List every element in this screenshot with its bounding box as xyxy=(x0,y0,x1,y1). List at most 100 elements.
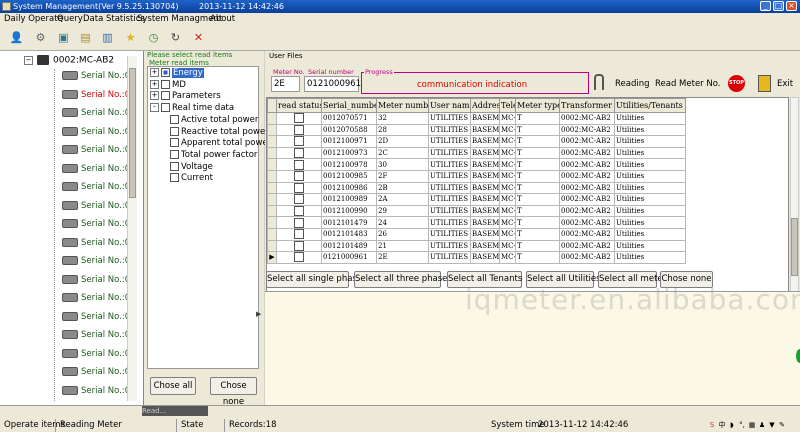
table-row[interactable]: 00121009862BUTILITIES 2BASEMENTMC-T0002:… xyxy=(267,181,686,195)
ime-chinese-icon[interactable]: 中 xyxy=(717,419,727,432)
cell-telephone[interactable]: MC- xyxy=(499,123,516,137)
cell-address[interactable]: BASEMENT xyxy=(470,135,500,148)
cell-meter-type[interactable]: T xyxy=(515,193,560,206)
cell-read-status[interactable] xyxy=(276,123,322,137)
cell-meter-type[interactable]: T xyxy=(515,146,560,160)
select-all-three-phases-button[interactable]: Select all three phases xyxy=(354,271,452,288)
tree-scroll-thumb[interactable] xyxy=(129,68,136,198)
table-row[interactable]: 001210097830UTILITIES 3BASEMENTMC-T0002:… xyxy=(267,158,686,171)
read-status-checkbox[interactable] xyxy=(294,183,304,193)
cell-utilities-tenants[interactable]: Utilities xyxy=(614,181,686,195)
read-status-checkbox[interactable] xyxy=(294,159,304,170)
maximize-button[interactable]: □ xyxy=(773,1,784,11)
table-row[interactable]: 001210147924UTILITIES 2BASEMENTMC-T0002:… xyxy=(267,216,686,229)
meter-icon[interactable]: ▣ xyxy=(55,29,72,46)
cell-meter-number[interactable]: 2A xyxy=(376,193,429,206)
cell-serial-number[interactable]: 0012100986 xyxy=(321,181,377,195)
cell-telephone[interactable]: MC- xyxy=(499,239,516,253)
exit-door-icon[interactable] xyxy=(758,75,771,92)
menu-data-statistics[interactable]: Data Statistics xyxy=(83,13,145,26)
table-row[interactable]: 001210148326UTILITIES 2BASEMENTMC-T0002:… xyxy=(267,227,686,241)
cell-utilities-tenants[interactable]: Utilities xyxy=(614,123,686,137)
cell-read-status[interactable] xyxy=(276,158,322,171)
checkbox[interactable] xyxy=(170,126,179,136)
cell-transformer[interactable]: 0002:MC-AB2 xyxy=(559,204,615,218)
cell-address[interactable]: BASEMENT xyxy=(470,123,500,137)
read-status-checkbox[interactable] xyxy=(294,125,304,135)
checkbox[interactable] xyxy=(170,114,179,124)
cell-address[interactable]: BASEMENT xyxy=(470,227,500,241)
read-item-active-total-power[interactable]: Active total power xyxy=(170,114,258,125)
cell-utilities-tenants[interactable]: Utilities xyxy=(614,135,686,148)
read-status-checkbox[interactable] xyxy=(294,113,304,124)
cell-meter-number[interactable]: 24 xyxy=(376,216,429,229)
cell-serial-number[interactable]: 0012100990 xyxy=(321,204,377,218)
cell-user-name[interactable]: UTILITIES 2 xyxy=(428,204,471,218)
cell-meter-type[interactable]: T xyxy=(515,123,560,137)
cell-serial-number[interactable]: 0012100989 xyxy=(321,193,377,206)
menu-about[interactable]: About xyxy=(210,13,235,26)
serial-number-field[interactable]: 0121000961 xyxy=(304,76,361,92)
moon-icon[interactable]: ◗ xyxy=(727,419,737,432)
cell-meter-number[interactable]: 2C xyxy=(376,146,429,160)
cell-address[interactable]: BASEMENT xyxy=(470,112,500,125)
col-telephone[interactable]: Telephone xyxy=(499,98,516,113)
cell-transformer[interactable]: 0002:MC-AB2 xyxy=(559,112,615,125)
cell-meter-type[interactable]: T xyxy=(515,169,560,183)
table-row[interactable]: ▶ 01210009612EUTILITIES 2BASEMENTMC-T0002… xyxy=(267,251,686,264)
meter-tree-item[interactable]: Serial No.:00 xyxy=(62,89,136,104)
tree-scrollbar[interactable] xyxy=(127,56,137,401)
cell-telephone[interactable]: MC- xyxy=(499,251,516,264)
read-item-apparent-total-power[interactable]: Apparent total power xyxy=(170,138,271,148)
cell-address[interactable]: BASEMENT xyxy=(470,158,500,171)
cell-user-name[interactable]: UTILITIES 2 xyxy=(428,123,471,137)
meter-tree-item[interactable]: Serial No.:00 xyxy=(62,145,136,159)
settings-gear-icon[interactable]: ⚙ xyxy=(32,29,49,46)
cell-read-status[interactable] xyxy=(276,216,322,229)
read-status-checkbox[interactable] xyxy=(294,229,304,240)
cell-meter-number[interactable]: 2E xyxy=(376,251,429,264)
table-row[interactable]: 00121009732CUTILITIES 2BASEMENTMC-T0002:… xyxy=(267,146,686,160)
cell-transformer[interactable]: 0002:MC-AB2 xyxy=(559,135,615,148)
cell-address[interactable]: BASEMENT xyxy=(470,251,500,264)
cell-utilities-tenants[interactable]: Utilities xyxy=(614,169,686,183)
row-indicator[interactable] xyxy=(267,193,277,206)
cell-transformer[interactable]: 0002:MC-AB2 xyxy=(559,239,615,253)
tree-root-node[interactable]: − 0002:MC-AB2 xyxy=(24,55,114,66)
cell-serial-number[interactable]: 0012100973 xyxy=(321,146,377,160)
col-meter-type[interactable]: Meter type xyxy=(515,98,560,113)
read-item-total-power-factor[interactable]: Total power factor xyxy=(170,149,257,160)
cell-address[interactable]: BASEMENT xyxy=(470,169,500,183)
row-indicator[interactable] xyxy=(267,123,277,137)
read-item-voltage[interactable]: Voltage xyxy=(170,161,213,172)
stop-icon[interactable]: STOP xyxy=(728,75,745,92)
read-item-reactive-total-power[interactable]: Reactive total power xyxy=(170,126,269,137)
cell-user-name[interactable]: UTILITIES 2 xyxy=(428,227,471,241)
cell-transformer[interactable]: 0002:MC-AB2 xyxy=(559,181,615,195)
cell-read-status[interactable] xyxy=(276,181,322,195)
cell-utilities-tenants[interactable]: Utilities xyxy=(614,112,686,125)
col-address[interactable]: Address xyxy=(470,98,500,113)
expand-icon[interactable]: + xyxy=(150,68,159,77)
cell-read-status[interactable] xyxy=(276,146,322,160)
meter-tree-item[interactable]: Serial No.:00 xyxy=(62,348,136,363)
clock-icon[interactable]: ◷ xyxy=(145,29,162,46)
cell-utilities-tenants[interactable]: Utilities xyxy=(614,239,686,253)
keyboard-icon[interactable]: ▦ xyxy=(747,419,757,432)
cell-meter-number[interactable]: 2D xyxy=(376,135,429,148)
cell-serial-number[interactable]: 0012100985 xyxy=(321,169,377,183)
row-indicator[interactable] xyxy=(267,169,277,183)
cell-meter-number[interactable]: 28 xyxy=(376,123,429,137)
read-status-checkbox[interactable] xyxy=(294,148,304,158)
cell-meter-type[interactable]: T xyxy=(515,216,560,229)
collapse-icon[interactable]: − xyxy=(24,55,33,65)
checkbox[interactable] xyxy=(170,138,179,148)
expand-icon[interactable]: + xyxy=(150,79,159,89)
cell-user-name[interactable]: UTILITIES 3 xyxy=(428,158,471,171)
cell-transformer[interactable]: 0002:MC-AB2 xyxy=(559,146,615,160)
close-x-icon[interactable]: ✕ xyxy=(190,29,207,46)
cell-serial-number[interactable]: 0121000961 xyxy=(321,251,377,264)
read-status-checkbox[interactable] xyxy=(294,136,304,147)
cell-utilities-tenants[interactable]: Utilities xyxy=(614,227,686,241)
checkbox[interactable] xyxy=(161,79,170,89)
